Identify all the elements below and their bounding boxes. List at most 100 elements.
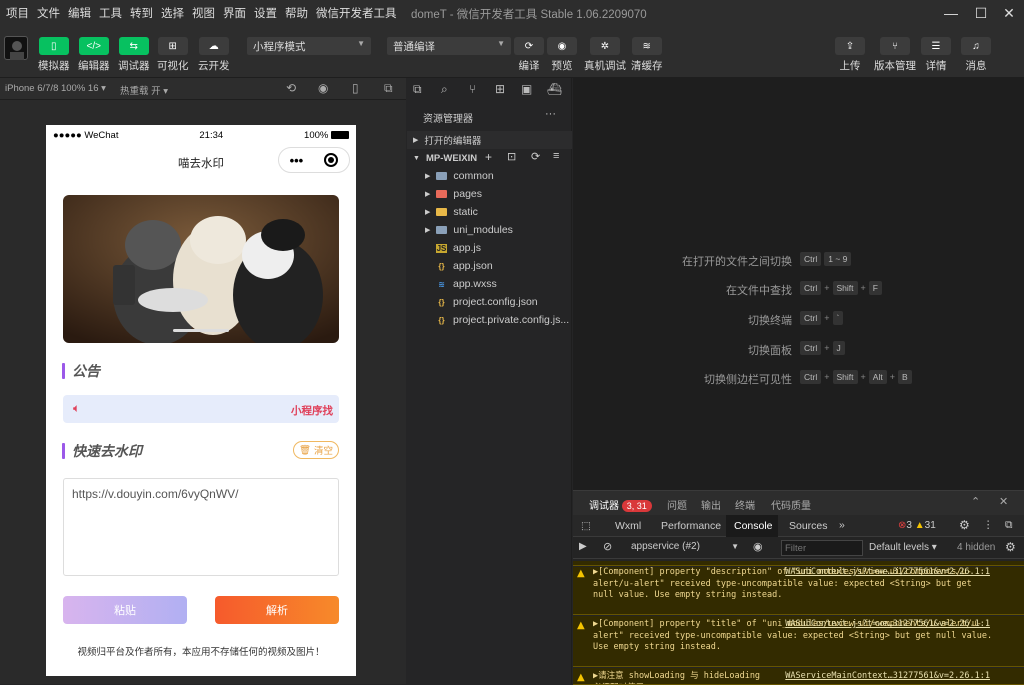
banner-image[interactable] (63, 195, 339, 343)
compile-select[interactable]: 普通编译 ▼ (387, 37, 511, 55)
menu-tools[interactable]: 工具 (95, 5, 126, 21)
menu-wechat-devtools[interactable]: 微信开发者工具 (312, 5, 401, 21)
tab-output[interactable]: 输出 (701, 497, 721, 512)
menu-goto[interactable]: 转到 (126, 5, 157, 21)
extensions-icon[interactable]: ⊞ (495, 82, 509, 96)
editor-button[interactable]: </> 编辑器 (78, 37, 110, 73)
tab-issues[interactable]: 问题 (667, 497, 687, 512)
visual-button[interactable]: ⊞ 可视化 (157, 37, 189, 73)
console-toolbar: ▶︎ ⊘ appservice (#2) ▼ ◉ Default levels ▾… (573, 537, 1024, 559)
folder-pages[interactable]: ▶ pages (407, 185, 572, 203)
file-project-private-config[interactable]: {} project.private.config.js... (407, 311, 572, 329)
mode-select[interactable]: 小程序模式 ▼ (247, 37, 371, 55)
menu-select[interactable]: 选择 (157, 5, 188, 21)
tab-sources[interactable]: Sources (789, 520, 828, 532)
file-app-wxss[interactable]: ≋ app.wxss (407, 275, 572, 293)
simulator-button[interactable]: ▯ 模拟器 (38, 37, 70, 73)
menu-settings[interactable]: 设置 (250, 5, 281, 21)
project-header[interactable]: ▼ MP-WEIXIN + ⊡ ⟳ ≡ (407, 149, 572, 167)
preview-label: 预览 (551, 60, 573, 72)
log-source-link[interactable]: WASubContext.js?t=we…31277561&v=2.26.1:1 (785, 567, 990, 579)
hot-reload-toggle[interactable]: 热重载 开 ▾ (120, 83, 168, 97)
collapse-icon[interactable]: ≡ (553, 150, 559, 162)
clear-button[interactable]: 🗑︎ 清空 (293, 441, 339, 459)
clear-console-icon[interactable]: ⊘ (603, 540, 612, 553)
phone-icon[interactable]: ▯ (352, 81, 359, 95)
tab-terminal[interactable]: 终端 (735, 497, 755, 512)
inspect-icon[interactable]: ⬚ (581, 520, 591, 532)
menu-view[interactable]: 视图 (188, 5, 219, 21)
menu-project[interactable]: 项目 (2, 5, 33, 21)
menu-interface[interactable]: 界面 (219, 5, 250, 21)
refresh-icon[interactable]: ⟳ (531, 150, 540, 163)
notice-bar[interactable]: 🔈︎ 小程序找 (63, 395, 339, 423)
context-select[interactable]: appservice (#2) ▼ (625, 539, 743, 556)
avatar[interactable] (4, 36, 28, 60)
parse-button[interactable]: 解析 (215, 596, 339, 624)
file-app-json[interactable]: {} app.json (407, 257, 572, 275)
upload-button[interactable]: ⇪ 上传 (835, 37, 865, 73)
log-source-link[interactable]: WAServiceMainContext…31277561&v=2.26.1:1 (785, 671, 990, 683)
warning-row[interactable]: ▲ ▶请注意 showLoading 与 hideLoading 必须配对使用 … (573, 668, 1024, 685)
cloud-label: 云开发 (198, 60, 230, 72)
kebab-icon[interactable]: ⋮ (983, 519, 994, 531)
folder-static[interactable]: ▶ static (407, 203, 572, 221)
close-icon[interactable]: ✕ (994, 2, 1024, 24)
menu-help[interactable]: 帮助 (281, 5, 312, 21)
messages-button[interactable]: ♫ 消息 (961, 37, 991, 73)
files-icon[interactable]: ⧉ (413, 82, 427, 96)
dock-icon[interactable]: ⧉ (1005, 519, 1013, 532)
more-tabs-icon[interactable]: » (839, 519, 845, 531)
sidebar-toggle-icon[interactable]: ▶︎ (579, 541, 587, 552)
eye-icon[interactable]: ◉ (753, 540, 763, 553)
filter-input[interactable] (781, 540, 863, 556)
tab-code-quality[interactable]: 代码质量 (771, 497, 811, 512)
docker-icon[interactable]: ⛴︎ (547, 82, 562, 96)
more-icon[interactable]: ··· (545, 108, 556, 120)
menu-file[interactable]: 文件 (33, 5, 64, 21)
record-icon[interactable]: ◉ (318, 81, 328, 95)
paste-button[interactable]: 粘贴 (63, 596, 187, 624)
maximize-icon[interactable]: ☐ (966, 2, 996, 24)
cloud-button[interactable]: ☁ 云开发 (198, 37, 230, 73)
file-project-config[interactable]: {} project.config.json (407, 293, 572, 311)
tab-console[interactable]: Console (726, 515, 778, 537)
warning-row[interactable]: ▲ ▶[Component] property "description" of… (573, 567, 1024, 615)
more-icon[interactable]: ••• (290, 153, 304, 168)
url-textarea[interactable]: https://v.douyin.com/6vyQnWV/ (63, 478, 339, 576)
open-editors-header[interactable]: ▶ 打开的编辑器 (407, 131, 572, 149)
minimize-icon[interactable]: — (936, 2, 966, 24)
menu-icon: ☰ (921, 37, 951, 55)
clear-cache-button[interactable]: ≋ 清缓存 (631, 37, 663, 73)
close-panel-icon[interactable]: ✕ (999, 495, 1008, 508)
new-folder-icon[interactable]: ⊡ (507, 150, 516, 163)
remote-debug-button[interactable]: ✲ 真机调试 (584, 37, 626, 73)
folder-common[interactable]: ▶ common (407, 167, 572, 185)
folder-uni-modules[interactable]: ▶ uni_modules (407, 221, 572, 239)
levels-select[interactable]: Default levels ▾ (869, 542, 937, 553)
menu-edit[interactable]: 编辑 (64, 5, 95, 21)
settings-icon[interactable]: ⚙ (1005, 540, 1016, 554)
source-control-icon[interactable]: ⑂ (469, 82, 483, 96)
debugger-button[interactable]: ⇆ 调试器 (118, 37, 150, 73)
rotate-icon[interactable]: ⟲ (286, 81, 296, 95)
error-counter[interactable]: ⊗3 ▲31 (898, 520, 936, 531)
popout-icon[interactable]: ⧉ (384, 81, 393, 96)
close-mini-icon[interactable] (324, 153, 339, 167)
chevron-up-icon[interactable]: ⌃ (971, 495, 980, 508)
details-button[interactable]: ☰ 详情 (921, 37, 951, 73)
settings-icon[interactable]: ⚙ (959, 518, 970, 532)
preview-button[interactable]: ◉ 预览 (547, 37, 577, 73)
search-icon[interactable]: ⌕ (441, 82, 455, 96)
tab-performance[interactable]: Performance (661, 520, 721, 532)
version-button[interactable]: ⑂ 版本管理 (874, 37, 916, 73)
image-icon[interactable]: ▣ (521, 82, 535, 96)
tab-wxml[interactable]: Wxml (615, 520, 641, 532)
log-source-link[interactable]: WASubContext.js?t=we…31277561&v=2.26.1:1 (785, 619, 990, 631)
warning-row[interactable]: ▲ ▶[Component] property "title" of "uni_… (573, 616, 1024, 667)
new-file-icon[interactable]: + (485, 150, 492, 164)
device-select[interactable]: iPhone 6/7/8 100% 16 ▾ (5, 83, 106, 94)
compile-button[interactable]: ⟳ 编译 (514, 37, 544, 73)
tab-debugger[interactable]: 调试器 3, 31 (589, 497, 652, 512)
file-app-js[interactable]: JS app.js (407, 239, 572, 257)
